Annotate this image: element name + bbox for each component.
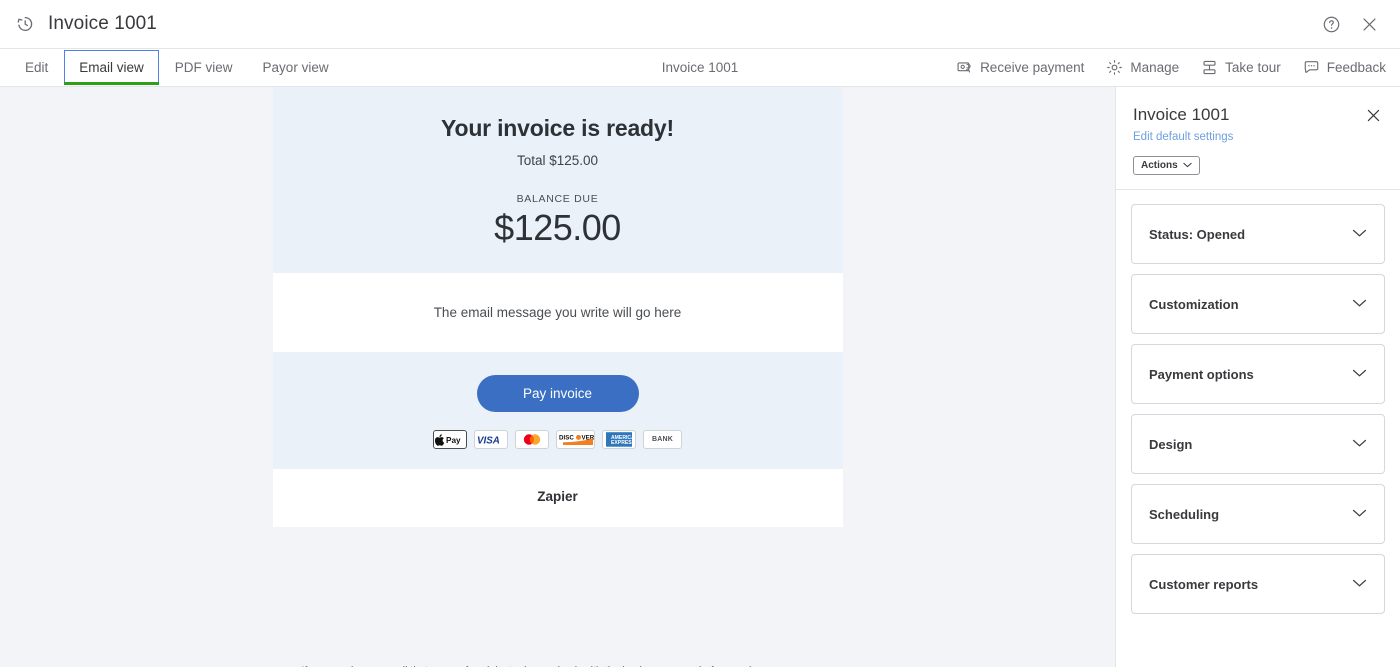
- accepted-payment-methods: Pay VISA DISC VER AMERICA EXPRESS BANK: [293, 430, 823, 449]
- svg-text:VISA: VISA: [477, 436, 500, 446]
- chevron-down-icon: [1352, 575, 1367, 593]
- tab-email-view[interactable]: Email view: [63, 49, 160, 86]
- toolbar-actions: Receive payment Manage Take tour Feedbac…: [956, 49, 1400, 86]
- pay-invoice-button[interactable]: Pay invoice: [476, 375, 639, 412]
- feedback-chat-icon: [1303, 59, 1320, 76]
- panel-scheduling[interactable]: Scheduling: [1131, 484, 1385, 544]
- panel-payment-options-label: Payment options: [1149, 366, 1254, 382]
- take-tour-icon: [1201, 59, 1218, 76]
- manage-label: Manage: [1130, 60, 1180, 75]
- feedback-label: Feedback: [1326, 60, 1386, 75]
- chevron-down-icon: [1352, 435, 1367, 453]
- tabbar-center-title-label: Invoice 1001: [661, 60, 739, 75]
- apple-pay-icon: Pay: [433, 430, 467, 449]
- panel-customer-reports-label: Customer reports: [1149, 576, 1259, 592]
- chevron-down-icon: [1183, 160, 1192, 171]
- panel-payment-options[interactable]: Payment options: [1131, 344, 1385, 404]
- svg-text:DISC: DISC: [559, 434, 574, 441]
- panel-scheduling-label: Scheduling: [1149, 506, 1220, 522]
- chevron-down-icon: [1352, 225, 1367, 243]
- sidebar-close-icon[interactable]: [1363, 105, 1383, 125]
- vendor-name: Zapier: [537, 489, 578, 504]
- email-message-placeholder: The email message you write will go here: [433, 305, 682, 320]
- payment-section: Pay invoice Pay VISA DISC VER AMERICA EX…: [272, 352, 843, 469]
- amex-icon: AMERICAN EXPRESS: [602, 430, 636, 449]
- tab-pdf-view[interactable]: PDF view: [160, 49, 248, 86]
- edit-default-settings-link[interactable]: Edit default settings: [1133, 131, 1383, 143]
- close-icon[interactable]: [1354, 9, 1384, 39]
- gear-icon: [1106, 59, 1123, 76]
- balance-due-label: BALANCE DUE: [516, 193, 599, 205]
- balance-due-amount: $125.00: [494, 207, 621, 248]
- tab-email-view-label: Email view: [79, 60, 144, 75]
- tab-edit-label: Edit: [25, 60, 49, 75]
- visa-icon: VISA: [474, 430, 508, 449]
- bank-icon: BANK: [643, 430, 682, 449]
- view-tab-bar: Edit Email view PDF view Payor view Invo…: [0, 49, 1400, 87]
- panel-customization-label: Customization: [1149, 296, 1239, 312]
- take-tour-button[interactable]: Take tour: [1201, 59, 1281, 76]
- receive-payment-button[interactable]: Receive payment: [956, 59, 1084, 76]
- invoice-ready-heading: Your invoice is ready!: [441, 115, 674, 141]
- title-bar: Invoice 1001: [0, 0, 1400, 49]
- feedback-button[interactable]: Feedback: [1303, 59, 1386, 76]
- panel-status-label: Status: Opened: [1149, 226, 1246, 242]
- view-tabs: Edit Email view PDF view Payor view: [0, 49, 344, 86]
- chevron-down-icon: [1352, 365, 1367, 383]
- main-body: Your invoice is ready! Total $125.00 BAL…: [0, 87, 1400, 667]
- mastercard-icon: [515, 430, 549, 449]
- invoice-email-view-app: Invoice 1001 Edit Email view PDF view Pa…: [0, 0, 1400, 667]
- svg-text:Pay: Pay: [446, 436, 461, 445]
- actions-dropdown-button[interactable]: Actions: [1133, 156, 1200, 175]
- manage-button[interactable]: Manage: [1106, 59, 1179, 76]
- footer-disclaimer-section: If you receive an email that seems fraud…: [0, 527, 1115, 667]
- receive-payment-label: Receive payment: [980, 60, 1085, 75]
- help-circle-icon[interactable]: [1316, 9, 1346, 39]
- chevron-down-icon: [1352, 505, 1367, 523]
- tab-edit[interactable]: Edit: [10, 49, 63, 86]
- email-message-body: The email message you write will go here: [272, 273, 843, 352]
- tab-payor-view[interactable]: Payor view: [248, 49, 344, 86]
- panel-design[interactable]: Design: [1131, 414, 1385, 474]
- take-tour-label: Take tour: [1225, 60, 1281, 75]
- invoice-total-line: Total $125.00: [516, 153, 599, 168]
- sidebar-accordion-panels: Status: Opened Customization Payment opt…: [1131, 190, 1385, 614]
- receive-payment-icon: [956, 59, 973, 76]
- actions-dropdown-label: Actions: [1141, 160, 1178, 171]
- history-clock-icon[interactable]: [14, 13, 36, 35]
- discover-icon: DISC VER: [556, 430, 595, 449]
- panel-customer-reports[interactable]: Customer reports: [1131, 554, 1385, 614]
- sidebar-header: Invoice 1001: [1131, 87, 1385, 125]
- panel-design-label: Design: [1149, 436, 1193, 452]
- chevron-down-icon: [1352, 295, 1367, 313]
- email-preview-pane: Your invoice is ready! Total $125.00 BAL…: [0, 87, 1115, 667]
- page-title: Invoice 1001: [48, 13, 157, 34]
- invoice-settings-sidebar: Invoice 1001 Edit default settings Actio…: [1115, 87, 1400, 667]
- panel-customization[interactable]: Customization: [1131, 274, 1385, 334]
- tab-pdf-view-label: PDF view: [174, 60, 233, 75]
- invoice-hero-section: Your invoice is ready! Total $125.00 BAL…: [272, 87, 843, 273]
- sidebar-title: Invoice 1001: [1133, 105, 1230, 124]
- svg-text:EXPRESS: EXPRESS: [611, 440, 635, 446]
- tab-payor-view-label: Payor view: [262, 60, 329, 75]
- panel-status[interactable]: Status: Opened: [1131, 204, 1385, 264]
- bank-label: BANK: [651, 436, 674, 443]
